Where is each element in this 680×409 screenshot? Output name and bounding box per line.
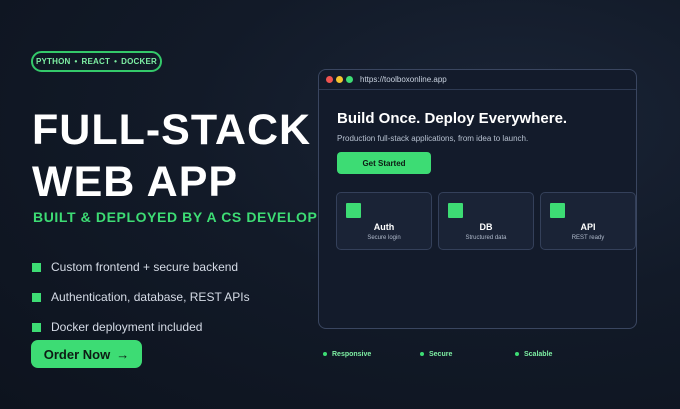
maximize-dot-icon [346,76,353,83]
card-title: API [580,222,596,232]
badge-label: Scalable [524,350,553,358]
card-auth: Auth Secure login [336,192,432,250]
feature-text: Docker deployment included [51,320,203,334]
feature-list: Custom frontend + secure backend Authent… [32,252,250,342]
badge-secure: Secure [420,348,452,360]
browser-mockup: https://toolboxonline.app Build Once. De… [318,69,637,329]
tech-tags-pill: PYTHON • REACT • DOCKER [31,51,162,72]
feature-text: Authentication, database, REST APIs [51,290,250,304]
feature-item: Authentication, database, REST APIs [32,282,250,312]
card-db: DB Structured data [438,192,534,250]
card-title: Auth [373,222,395,232]
feature-cards: Auth Secure login DB Structured data API… [336,192,636,250]
tag-python: PYTHON [35,57,71,66]
feature-text: Custom frontend + secure backend [51,260,239,274]
card-subtitle: REST ready [571,235,605,241]
status-dot-icon [420,352,424,356]
page-heading: Build Once. Deploy Everywhere. [337,110,568,127]
bullet-square-icon [32,322,41,332]
feature-item: Docker deployment included [32,312,250,342]
order-now-button[interactable]: Order Now → [31,340,142,368]
browser-content: Build Once. Deploy Everywhere. Productio… [337,110,567,174]
hero-subtitle: BUILT & DEPLOYED BY A CS DEVELOPER [33,209,339,225]
bullet-square-icon [32,292,41,302]
badge-label: Secure [429,350,453,358]
get-started-button[interactable]: Get Started [337,152,431,174]
card-subtitle: Structured data [465,235,507,241]
status-dot-icon [515,352,519,356]
hero-title-line1: FULL-STACK [32,106,312,154]
browser-url: https://toolboxonline.app [360,75,447,84]
card-square-icon [346,203,361,218]
badge-label: Responsive [332,350,372,358]
card-title: DB [479,222,493,232]
hero-title-line2: WEB APP [32,158,239,206]
minimize-dot-icon [336,76,343,83]
feature-item: Custom frontend + secure backend [32,252,250,282]
card-subtitle: Secure login [367,235,401,241]
close-dot-icon [326,76,333,83]
card-square-icon [550,203,565,218]
tag-separator: • [114,57,118,66]
badge-scalable: Scalable [515,348,552,360]
bullet-square-icon [32,262,41,272]
tag-docker: DOCKER [121,57,157,66]
card-api: API REST ready [540,192,636,250]
tag-separator: • [74,57,78,66]
page-description: Production full-stack applications, from… [337,134,529,143]
tag-react: REACT [81,57,111,66]
badge-responsive: Responsive [323,348,371,360]
arrow-right-icon: → [116,346,130,362]
hero-title: FULL-STACK WEB APP [32,104,311,208]
status-dot-icon [323,352,327,356]
order-now-label: Order Now [43,346,111,362]
browser-title-bar: https://toolboxonline.app [319,70,636,90]
card-square-icon [448,203,463,218]
